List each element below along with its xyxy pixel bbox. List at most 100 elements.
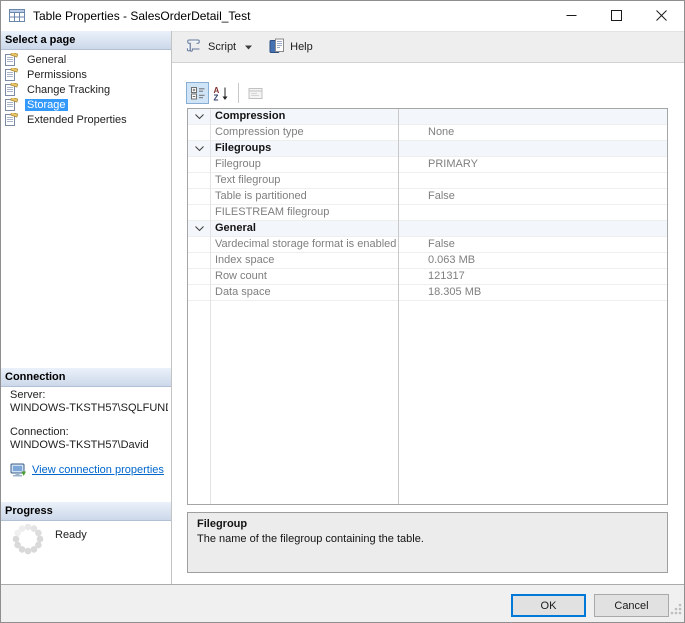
minimize-icon — [566, 15, 577, 16]
view-connection-properties-link[interactable]: View connection properties — [32, 464, 164, 477]
property-value: False — [428, 190, 455, 202]
resize-grip-icon — [670, 603, 682, 615]
ok-button[interactable]: OK — [511, 594, 586, 617]
progress-info: Ready — [10, 521, 87, 562]
table-properties-dialog: { "window": { "title": "Table Properties… — [0, 0, 685, 623]
script-label: Script — [208, 41, 237, 53]
page-icon — [5, 98, 18, 111]
help-button[interactable]: Help — [264, 35, 318, 59]
property-row-compression-type[interactable]: Compression type None — [188, 125, 667, 141]
categorized-button[interactable] — [186, 82, 209, 104]
connection-label: Connection: — [10, 426, 69, 438]
sidebar-item-extended-properties[interactable]: Extended Properties — [0, 112, 171, 127]
help-book-icon — [269, 38, 285, 57]
sidebar-item-label: Permissions — [27, 68, 87, 81]
chevron-down-icon[interactable] — [245, 45, 253, 50]
table-icon — [9, 9, 25, 22]
property-value: 18.305 MB — [428, 286, 482, 298]
window-controls — [549, 1, 684, 30]
property-value: False — [428, 238, 455, 250]
category-name: Filegroups — [215, 142, 272, 154]
alphabetical-sort-button[interactable]: A Z — [209, 82, 232, 104]
connection-properties-icon — [10, 463, 27, 478]
toolbar-separator — [238, 83, 239, 103]
category-name: General — [215, 222, 256, 234]
chevron-down-icon — [194, 114, 204, 119]
property-row-index-space[interactable]: Index space 0.063 MB — [188, 253, 667, 269]
button-bar: OK Cancel — [0, 584, 685, 623]
property-name: Vardecimal storage format is enabled — [215, 238, 397, 250]
description-text: The name of the filegroup containing the… — [197, 533, 424, 545]
connection-value: WINDOWS-TKSTH57\David — [10, 439, 149, 451]
page-icon — [5, 113, 18, 126]
chevron-down-icon — [194, 226, 204, 231]
sidebar-item-label: Extended Properties — [27, 113, 127, 126]
property-value: PRIMARY — [428, 158, 478, 170]
property-value: None — [428, 126, 455, 138]
property-row-table-is-partitioned[interactable]: Table is partitioned False — [188, 189, 667, 205]
maximize-button[interactable] — [594, 1, 639, 30]
property-grid-toolbar: A Z — [186, 82, 267, 104]
cancel-button[interactable]: Cancel — [594, 594, 669, 617]
property-name: Table is partitioned — [215, 190, 307, 202]
close-icon — [656, 10, 667, 21]
server-label: Server: — [10, 389, 46, 401]
page-icon — [5, 53, 18, 66]
sidebar-item-label: Storage — [25, 98, 68, 111]
categorized-icon — [190, 87, 204, 100]
scroll-icon — [184, 38, 203, 56]
svg-text:Z: Z — [213, 93, 218, 101]
script-button[interactable]: Script — [179, 35, 264, 59]
category-row-general[interactable]: General — [188, 221, 667, 237]
property-grid: Compression Compression type None Filegr… — [187, 108, 668, 505]
sidebar: Select a page General Permissions Change… — [0, 31, 172, 584]
spinner-icon — [10, 521, 46, 562]
property-pages-icon — [248, 87, 263, 99]
category-row-filegroups[interactable]: Filegroups — [188, 141, 667, 157]
minimize-button[interactable] — [549, 1, 594, 30]
page-tree: General Permissions Change Tracking Stor… — [0, 52, 171, 127]
connection-info: Server: WINDOWS-TKSTH57\SQLFUND Connecti… — [10, 389, 168, 478]
close-button[interactable] — [639, 1, 684, 30]
property-pages-button — [244, 82, 267, 104]
sidebar-item-storage[interactable]: Storage — [0, 97, 171, 112]
property-value: 121317 — [428, 270, 465, 282]
property-name: Row count — [215, 270, 267, 282]
progress-status: Ready — [55, 529, 87, 541]
property-row-vardecimal-enabled[interactable]: Vardecimal storage format is enabled Fal… — [188, 237, 667, 253]
connection-header: Connection — [0, 368, 171, 387]
dialog-toolbar: Script Help — [172, 31, 685, 63]
select-a-page-header: Select a page — [0, 31, 171, 50]
category-row-compression[interactable]: Compression — [188, 109, 667, 125]
property-name: Text filegroup — [215, 174, 281, 186]
property-row-filegroup[interactable]: Filegroup PRIMARY — [188, 157, 667, 173]
property-row-text-filegroup[interactable]: Text filegroup — [188, 173, 667, 189]
help-label: Help — [290, 41, 313, 53]
property-name: Data space — [215, 286, 271, 298]
progress-header: Progress — [0, 502, 171, 521]
content-pane: Script Help A Z Compression Compression … — [172, 31, 685, 584]
property-row-filestream-filegroup[interactable]: FILESTREAM filegroup — [188, 205, 667, 221]
property-value — [398, 205, 667, 220]
maximize-icon — [611, 10, 622, 21]
property-value: 0.063 MB — [428, 254, 476, 266]
property-value — [398, 173, 667, 188]
chevron-down-icon — [194, 146, 204, 151]
description-title: Filegroup — [197, 518, 248, 530]
property-row-row-count[interactable]: Row count 121317 — [188, 269, 667, 285]
sidebar-item-permissions[interactable]: Permissions — [0, 67, 171, 82]
sidebar-item-label: Change Tracking — [27, 83, 111, 96]
window-title: Table Properties - SalesOrderDetail_Test — [33, 8, 251, 23]
property-name: FILESTREAM filegroup — [215, 206, 330, 218]
sidebar-item-label: General — [27, 53, 67, 66]
resize-grip[interactable] — [668, 601, 682, 620]
page-icon — [5, 68, 18, 81]
titlebar: Table Properties - SalesOrderDetail_Test — [0, 0, 685, 31]
property-name: Compression type — [215, 126, 304, 138]
sidebar-item-general[interactable]: General — [0, 52, 171, 67]
sidebar-item-change-tracking[interactable]: Change Tracking — [0, 82, 171, 97]
alphabetical-sort-icon: A Z — [213, 86, 227, 101]
property-name: Index space — [215, 254, 275, 266]
server-value: WINDOWS-TKSTH57\SQLFUND — [10, 402, 168, 414]
property-row-data-space[interactable]: Data space 18.305 MB — [188, 285, 667, 301]
